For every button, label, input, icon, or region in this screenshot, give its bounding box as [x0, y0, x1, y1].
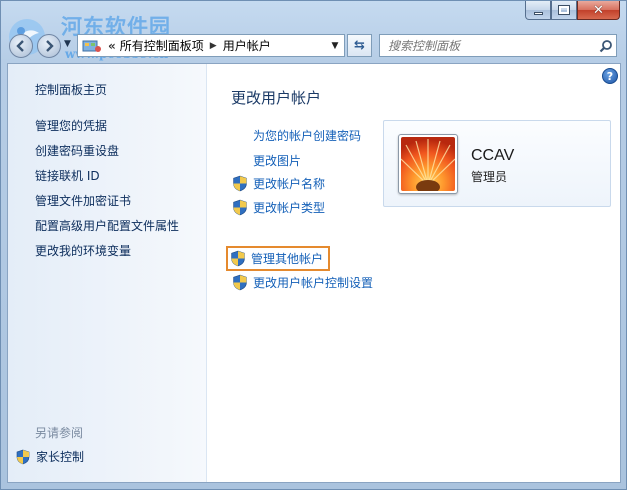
uac-shield-icon [233, 175, 247, 192]
refresh-icon: ⇆ [354, 38, 365, 53]
maximize-button[interactable] [551, 1, 577, 20]
sidebar-link-online-id[interactable]: 链接联机 ID [35, 167, 100, 184]
breadcrumb-all-items[interactable]: 所有控制面板项 [120, 37, 204, 54]
window-controls: ✕ [525, 1, 620, 21]
task-change-account-name[interactable]: 更改帐户名称 [232, 175, 325, 192]
sidebar: 控制面板主页 管理您的凭据 创建密码重设盘 链接联机 ID 管理文件加密证书 配… [8, 64, 207, 482]
search-box [379, 34, 617, 57]
task-uac-settings-label: 更改用户帐户控制设置 [253, 276, 374, 290]
user-role: 管理员 [471, 170, 508, 184]
control-panel-icon [82, 40, 101, 52]
uac-shield-icon [233, 274, 247, 291]
uac-shield-icon [16, 449, 30, 464]
minimize-button[interactable] [525, 1, 551, 20]
control-panel-window: 河东软件园 www.pc0359.cn ✕ ▼ « 所有控制面板项 ▶ 用户帐户… [0, 0, 627, 490]
task-manage-other-accounts[interactable]: 管理其他帐户 [226, 246, 331, 271]
address-dropdown-button[interactable]: ▼ [326, 35, 344, 56]
uac-shield-icon [233, 199, 247, 216]
minimize-icon [533, 11, 543, 15]
task-change-picture-label: 更改图片 [253, 154, 302, 168]
page-title: 更改用户帐户 [231, 89, 322, 107]
arrow-right-icon [46, 40, 54, 52]
search-icon [599, 39, 612, 52]
flower-avatar-icon [400, 137, 456, 194]
task-change-account-name-label: 更改帐户名称 [253, 177, 326, 191]
user-account-card: CCAV 管理员 [383, 120, 611, 207]
content-area: 控制面板主页 管理您的凭据 创建密码重设盘 链接联机 ID 管理文件加密证书 配… [7, 63, 621, 483]
sidebar-link-parental-controls[interactable]: 家长控制 [16, 448, 84, 465]
avatar [398, 134, 458, 194]
task-create-password-label: 为您的帐户创建密码 [253, 129, 362, 143]
sidebar-link-control-panel-home[interactable]: 控制面板主页 [35, 81, 107, 98]
see-also-heading: 另请参阅 [35, 426, 84, 440]
maximize-icon [558, 5, 570, 15]
uac-shield-icon [231, 250, 245, 267]
breadcrumb-separator-icon[interactable]: ▶ [210, 41, 217, 51]
chevron-down-icon: ▼ [331, 40, 339, 51]
task-manage-other-accounts-label: 管理其他帐户 [251, 252, 324, 266]
forward-button[interactable] [37, 34, 61, 58]
task-change-picture[interactable]: 更改图片 [232, 152, 301, 169]
chevron-down-icon: ▼ [64, 39, 71, 49]
address-overflow-chevron[interactable]: « [108, 39, 116, 53]
search-input[interactable] [380, 35, 596, 56]
task-create-password[interactable]: 为您的帐户创建密码 [232, 127, 361, 144]
arrow-left-icon [16, 40, 24, 52]
main-panel: ? 更改用户帐户 为您的帐户创建密码 更改图片 更改帐户名称 更改帐户类型 管理… [208, 64, 620, 482]
sidebar-link-environment-variables[interactable]: 更改我的环境变量 [35, 242, 131, 259]
task-change-account-type-label: 更改帐户类型 [253, 201, 326, 215]
refresh-button[interactable]: ⇆ [347, 34, 372, 57]
sidebar-link-encryption-certificates[interactable]: 管理文件加密证书 [35, 192, 131, 209]
task-change-account-type[interactable]: 更改帐户类型 [232, 199, 325, 216]
task-uac-settings[interactable]: 更改用户帐户控制设置 [232, 274, 373, 291]
sidebar-link-advanced-profile[interactable]: 配置高级用户配置文件属性 [35, 217, 179, 234]
parental-controls-label: 家长控制 [36, 450, 85, 464]
help-button[interactable]: ? [602, 68, 618, 84]
close-icon: ✕ [593, 2, 604, 18]
sidebar-link-password-reset-disk[interactable]: 创建密码重设盘 [35, 142, 119, 159]
search-button[interactable] [596, 36, 616, 56]
recent-pages-dropdown[interactable]: ▼ [64, 39, 71, 49]
user-name: CCAV [471, 147, 515, 164]
address-bar[interactable]: « 所有控制面板项 ▶ 用户帐户 ▼ [77, 34, 345, 57]
breadcrumb-user-accounts[interactable]: 用户帐户 [223, 37, 271, 54]
close-button[interactable]: ✕ [577, 1, 620, 20]
sidebar-link-manage-credentials[interactable]: 管理您的凭据 [35, 117, 107, 134]
back-button[interactable] [9, 34, 33, 58]
